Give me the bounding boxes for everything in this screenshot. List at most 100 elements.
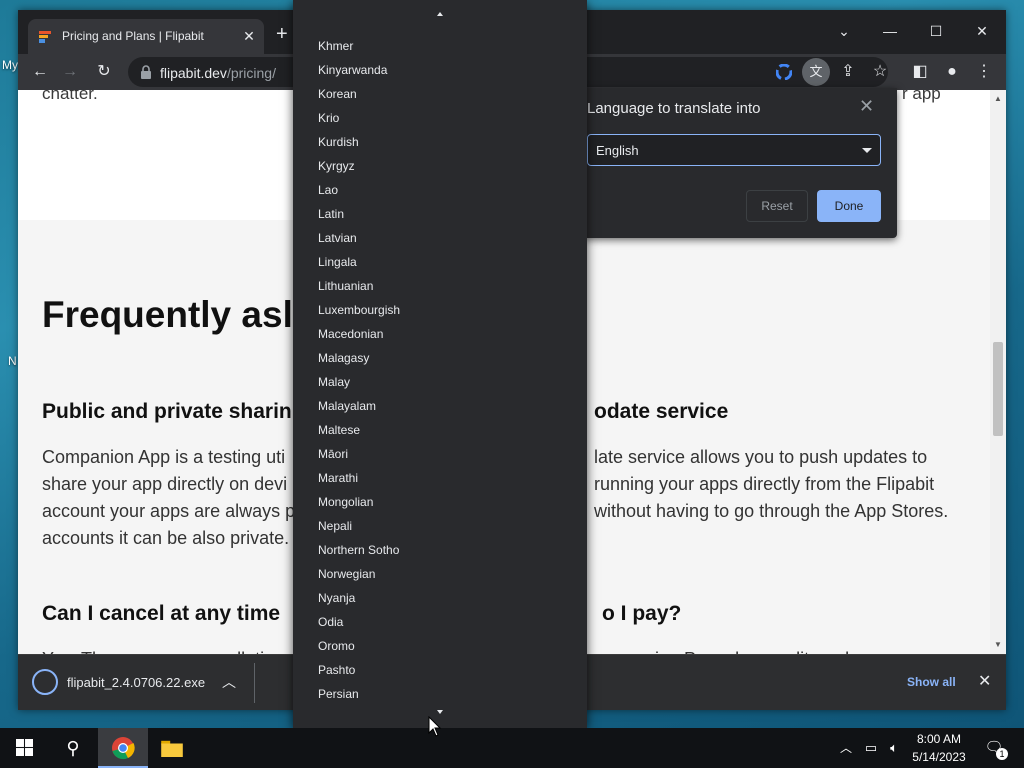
faq-answer-line: running your apps directly from the Flip… (594, 474, 935, 494)
language-option[interactable]: Odia (293, 610, 587, 634)
forward-icon[interactable]: → (58, 60, 82, 84)
windows-logo-icon (15, 739, 33, 756)
language-option[interactable]: Kurdish (293, 130, 587, 154)
tab-close-icon[interactable]: ✕ (240, 27, 258, 45)
faq-answer: late service allows you to push updates … (594, 444, 948, 525)
maximize-icon[interactable]: ☐ (916, 16, 956, 46)
reload-icon[interactable]: ↻ (92, 60, 116, 84)
language-dropdown-list[interactable]: Khmer Kinyarwanda Korean Krio Kurdish Kyrgyz L… (293, 0, 587, 728)
faq-answer-line: account your apps are always p (42, 501, 296, 521)
search-icon[interactable]: ⚲ (50, 728, 96, 768)
language-option[interactable]: Lingala (293, 250, 587, 274)
chevron-up-icon[interactable]: ︿ (222, 672, 236, 692)
language-option[interactable]: Latvian (293, 226, 587, 250)
back-icon[interactable]: ← (28, 60, 52, 84)
language-option[interactable]: Mongolian (293, 490, 587, 514)
language-option[interactable]: Malayalam (293, 394, 587, 418)
faq-answer-line: without having to go through the App Sto… (594, 501, 949, 521)
tab-search-icon[interactable]: ⌄ (824, 16, 864, 46)
window-close-icon[interactable]: ✕ (962, 16, 1002, 46)
language-option[interactable]: Māori (293, 442, 587, 466)
close-icon[interactable]: ✕ (978, 671, 991, 691)
faq-question: Can I cancel at any time (42, 602, 281, 625)
divider (254, 663, 255, 703)
faq-answer-line: late service allows you to push updates … (594, 447, 928, 467)
scroll-up-arrow-icon[interactable] (437, 12, 443, 16)
url-host: flipabit.dev (160, 65, 227, 81)
language-option[interactable]: Lao (293, 178, 587, 202)
menu-icon[interactable]: ⋮ (972, 60, 996, 84)
faq-answer-line: share your app directly on devi (42, 474, 288, 494)
language-option[interactable]: Lithuanian (293, 274, 587, 298)
faq-question: Public and private sharin (42, 400, 292, 423)
language-option[interactable]: Oromo (293, 634, 587, 658)
language-option[interactable]: Marathi (293, 466, 587, 490)
language-option[interactable]: Kyrgyz (293, 154, 587, 178)
clock-time: 8:00 AM (916, 732, 962, 746)
faq-question: odate service (594, 400, 729, 423)
download-item[interactable]: flipabit_2.4.0706.22.exe ︿ (32, 669, 254, 697)
language-option[interactable]: Kinyarwanda (293, 58, 587, 82)
desktop-icon-label[interactable]: N (8, 354, 17, 368)
desktop-icon-label[interactable]: My (2, 58, 18, 72)
language-option[interactable]: Luxembourgish (293, 298, 587, 322)
scrollbar-thumb[interactable] (993, 342, 1003, 436)
language-option[interactable]: Latin (293, 202, 587, 226)
volume-icon[interactable]: 🔈︎ (884, 728, 904, 768)
translate-icon[interactable]: 文 (802, 58, 830, 86)
clock-date: 5/14/2023 (912, 750, 966, 764)
language-options: Khmer Kinyarwanda Korean Krio Kurdish Kyrgyz L… (293, 34, 587, 706)
clock[interactable]: 8:00 AM 5/14/2023 (904, 730, 974, 766)
share-icon[interactable]: ⇪ (836, 60, 860, 84)
page-text: r app (902, 90, 941, 103)
scroll-up-icon[interactable]: ▲ (993, 94, 1003, 103)
faq-heading: Frequently asl (42, 294, 293, 335)
language-option[interactable]: Norwegian (293, 562, 587, 586)
google-icon[interactable] (772, 60, 796, 84)
chrome-taskbar-icon[interactable] (98, 728, 148, 768)
start-button[interactable] (0, 728, 48, 768)
network-icon[interactable]: ▭ (860, 728, 882, 768)
language-option[interactable]: Malagasy (293, 346, 587, 370)
done-button[interactable]: Done (817, 190, 881, 222)
language-option[interactable]: Korean (293, 82, 587, 106)
chevron-up-icon[interactable]: ︿ (836, 728, 856, 768)
taskbar: ⚲ ︿ ▭ 🔈︎ 8:00 AM 5/14/2023 🗨︎ 1 (0, 728, 1024, 768)
new-tab-icon[interactable]: + (276, 24, 288, 44)
side-panel-icon[interactable]: ◧ (908, 60, 932, 84)
minimize-icon[interactable]: — (870, 16, 910, 46)
bookmark-star-icon[interactable]: ☆ (868, 60, 892, 84)
scroll-down-arrow-icon[interactable] (437, 710, 443, 714)
selected-language: English (596, 143, 639, 158)
language-option[interactable]: Krio (293, 106, 587, 130)
notification-icon[interactable]: 🗨︎ 1 (978, 728, 1010, 768)
language-option[interactable]: Nyanja (293, 586, 587, 610)
lock-icon (141, 65, 151, 79)
language-option[interactable]: Pashto (293, 658, 587, 682)
show-all-button[interactable]: Show all (907, 675, 956, 689)
language-option[interactable]: Persian (293, 682, 587, 706)
caret-down-icon (862, 148, 872, 153)
faq-answer: pay using Paypal or credit card. (602, 646, 854, 654)
language-option[interactable]: Malay (293, 370, 587, 394)
language-option[interactable]: Khmer (293, 34, 587, 58)
file-explorer-icon[interactable] (150, 728, 194, 768)
browser-tab[interactable]: Pricing and Plans | Flipabit ✕ (28, 19, 264, 54)
mouse-cursor-icon (428, 716, 442, 737)
page-text: chatter. (42, 90, 98, 103)
reset-button[interactable]: Reset (746, 190, 808, 222)
language-option[interactable]: Nepali (293, 514, 587, 538)
close-icon[interactable]: ✕ (859, 96, 874, 117)
url-text: flipabit.dev/pricing/ (160, 65, 276, 81)
language-option[interactable]: Northern Sotho (293, 538, 587, 562)
faq-answer-line: Companion App is a testing uti (42, 447, 286, 467)
page-scrollbar[interactable]: ▲ ▼ (990, 90, 1006, 654)
url-path: /pricing/ (226, 65, 276, 81)
faq-question: o I pay? (602, 602, 682, 625)
language-option[interactable]: Maltese (293, 418, 587, 442)
target-language-select[interactable]: English (587, 134, 881, 166)
scroll-down-icon[interactable]: ▼ (993, 640, 1003, 649)
flipabit-favicon-icon (39, 31, 51, 43)
language-option[interactable]: Macedonian (293, 322, 587, 346)
profile-icon[interactable]: ● (940, 60, 964, 84)
